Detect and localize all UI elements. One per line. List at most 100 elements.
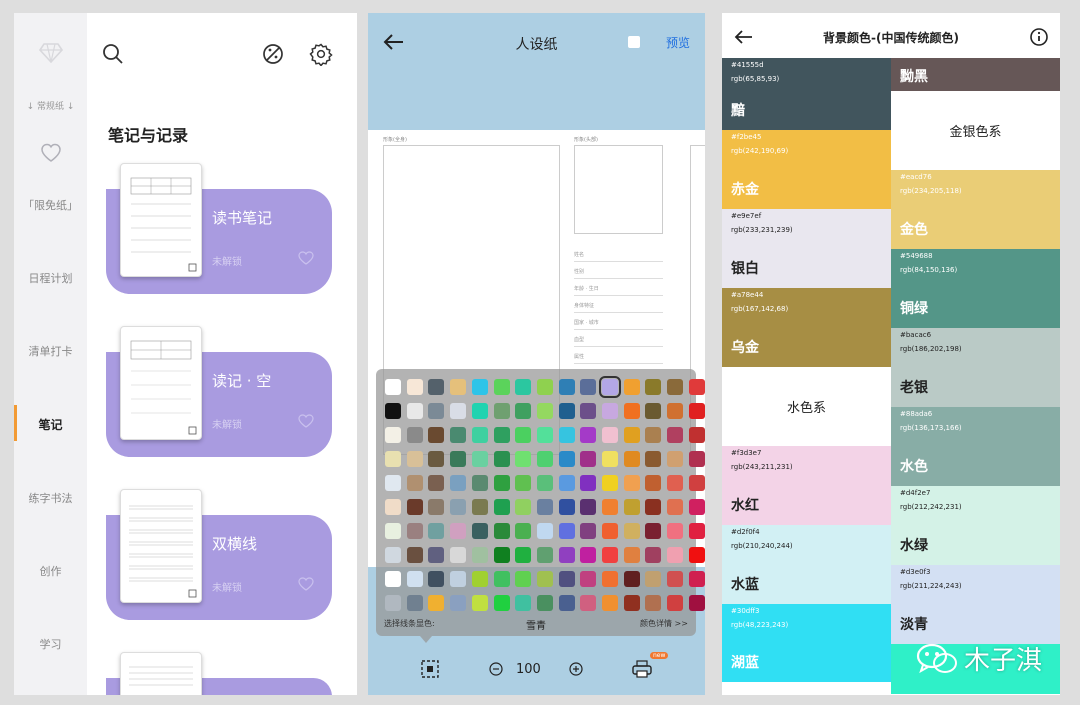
note-thumbnail[interactable] xyxy=(120,652,202,695)
color-swatch[interactable] xyxy=(645,547,662,563)
color-swatch[interactable] xyxy=(645,427,662,443)
heart-icon[interactable] xyxy=(298,577,314,591)
color-swatch[interactable] xyxy=(428,571,445,587)
zoom-in-icon[interactable] xyxy=(569,662,583,676)
sidebar-item-creation[interactable]: 创作 xyxy=(14,563,87,579)
color-swatch[interactable] xyxy=(515,427,532,443)
color-swatch[interactable] xyxy=(493,475,510,491)
color-swatch[interactable] xyxy=(385,595,401,611)
color-swatch[interactable] xyxy=(536,499,553,515)
color-swatch[interactable] xyxy=(428,595,445,611)
color-swatch[interactable] xyxy=(667,499,684,515)
color-block[interactable]: #f2be45 rgb(242,190,69) 赤金 xyxy=(722,130,891,209)
color-swatch[interactable] xyxy=(667,475,684,491)
color-swatch[interactable] xyxy=(385,499,401,515)
color-swatch[interactable] xyxy=(536,595,553,611)
color-swatch[interactable] xyxy=(623,571,640,587)
color-swatch[interactable] xyxy=(667,379,684,395)
color-swatch[interactable] xyxy=(645,379,662,395)
color-swatch[interactable] xyxy=(688,571,705,587)
color-swatch[interactable] xyxy=(450,427,467,443)
sidebar-item-checklist[interactable]: 清单打卡 xyxy=(14,343,87,359)
palette-icon[interactable] xyxy=(261,42,285,66)
color-swatch[interactable] xyxy=(450,571,467,587)
color-swatch[interactable] xyxy=(667,547,684,563)
color-swatch[interactable] xyxy=(471,499,488,515)
color-detail-link[interactable]: 颜色详情 >> xyxy=(640,618,688,629)
color-swatch[interactable] xyxy=(580,451,597,467)
color-swatch[interactable] xyxy=(580,523,597,539)
sidebar-item-notes[interactable]: 笔记 xyxy=(14,416,87,433)
color-swatch[interactable] xyxy=(471,523,488,539)
color-swatch[interactable] xyxy=(428,523,445,539)
color-swatch[interactable] xyxy=(536,427,553,443)
color-swatch[interactable] xyxy=(688,403,705,419)
color-swatch[interactable] xyxy=(515,379,532,395)
color-swatch[interactable] xyxy=(602,427,618,443)
color-swatch[interactable] xyxy=(645,403,662,419)
color-block[interactable]: #d2f0f4 rgb(210,240,244) 水蓝 xyxy=(722,525,891,604)
color-swatch[interactable] xyxy=(471,595,488,611)
color-swatch[interactable] xyxy=(493,499,510,515)
color-swatch[interactable] xyxy=(385,403,401,419)
color-swatch[interactable] xyxy=(493,571,510,587)
search-icon[interactable] xyxy=(102,43,124,65)
color-swatch[interactable] xyxy=(558,595,575,611)
color-swatch[interactable] xyxy=(515,595,532,611)
color-swatch[interactable] xyxy=(493,379,510,395)
color-swatch[interactable] xyxy=(558,427,575,443)
color-block[interactable]: #549688 rgb(84,150,136) 铜绿 xyxy=(891,249,1060,328)
color-swatch[interactable] xyxy=(602,451,618,467)
color-swatch[interactable] xyxy=(428,403,445,419)
note-thumbnail[interactable] xyxy=(120,489,202,603)
color-swatch[interactable] xyxy=(623,475,640,491)
color-swatch[interactable] xyxy=(471,403,488,419)
color-swatch[interactable] xyxy=(493,547,510,563)
color-block[interactable]: #88ada6 rgb(136,173,166) 水色 xyxy=(891,407,1060,486)
color-swatch[interactable] xyxy=(515,523,532,539)
color-swatch[interactable] xyxy=(645,499,662,515)
color-swatch[interactable] xyxy=(515,571,532,587)
color-swatch[interactable] xyxy=(385,379,401,395)
color-swatch[interactable] xyxy=(406,379,423,395)
color-block[interactable]: #30dff3 rgb(48,223,243) 湖蓝 xyxy=(722,604,891,682)
color-swatch[interactable] xyxy=(558,571,575,587)
color-swatch[interactable] xyxy=(688,523,705,539)
color-swatch[interactable] xyxy=(623,595,640,611)
color-swatch[interactable] xyxy=(471,475,488,491)
color-swatch[interactable] xyxy=(667,427,684,443)
color-swatch[interactable] xyxy=(536,403,553,419)
color-swatch[interactable] xyxy=(623,379,640,395)
color-swatch[interactable] xyxy=(428,475,445,491)
color-swatch[interactable] xyxy=(667,523,684,539)
color-swatch[interactable] xyxy=(493,595,510,611)
color-swatch[interactable] xyxy=(623,547,640,563)
color-block[interactable]: #e9e7ef rgb(233,231,239) 银白 xyxy=(722,209,891,288)
color-swatch[interactable] xyxy=(385,475,401,491)
color-swatch[interactable] xyxy=(428,379,445,395)
color-swatch[interactable] xyxy=(602,403,618,419)
color-swatch[interactable] xyxy=(450,403,467,419)
color-swatch[interactable] xyxy=(667,403,684,419)
color-swatch[interactable] xyxy=(385,523,401,539)
print-icon[interactable] xyxy=(631,660,653,678)
gear-icon[interactable] xyxy=(309,42,333,66)
color-swatch[interactable] xyxy=(558,499,575,515)
color-swatch[interactable] xyxy=(536,523,553,539)
color-swatch[interactable] xyxy=(536,451,553,467)
color-swatch[interactable] xyxy=(493,403,510,419)
checkbox-icon[interactable] xyxy=(628,36,640,48)
color-swatch[interactable] xyxy=(623,499,640,515)
color-swatch[interactable] xyxy=(580,499,597,515)
color-swatch[interactable] xyxy=(471,427,488,443)
color-swatch[interactable] xyxy=(471,451,488,467)
color-swatch[interactable] xyxy=(450,475,467,491)
color-swatch[interactable] xyxy=(406,595,423,611)
color-swatch[interactable] xyxy=(450,523,467,539)
color-swatch[interactable] xyxy=(450,547,467,563)
color-swatch[interactable] xyxy=(493,451,510,467)
sidebar-item-free[interactable]: 「限免纸」 xyxy=(14,197,87,213)
color-swatch[interactable] xyxy=(623,427,640,443)
color-block[interactable]: #eacd76 rgb(234,205,118) 金色 xyxy=(891,170,1060,249)
color-swatch[interactable] xyxy=(450,595,467,611)
